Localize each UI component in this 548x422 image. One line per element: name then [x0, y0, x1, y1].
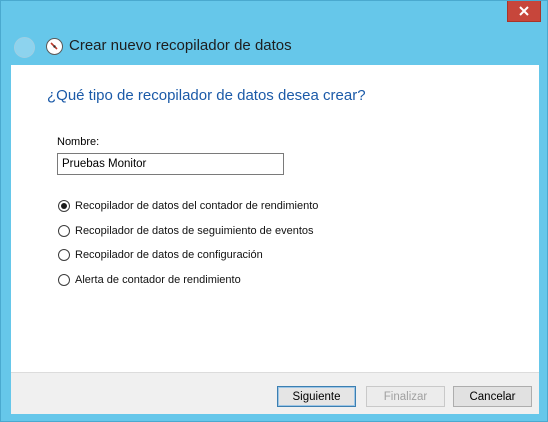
- gauge-needle-icon: [50, 42, 58, 50]
- radio-label: Recopilador de datos de seguimiento de e…: [75, 224, 314, 237]
- radio-button[interactable]: [58, 224, 70, 237]
- radio-performance-alert[interactable]: Alerta de contador de rendimiento: [58, 268, 318, 293]
- performance-monitor-icon: [46, 38, 63, 55]
- radio-button-selected[interactable]: [58, 200, 70, 213]
- name-label: Nombre:: [57, 136, 100, 148]
- next-button[interactable]: Siguiente: [277, 386, 356, 407]
- wizard-content: ¿Qué tipo de recopilador de datos desea …: [11, 65, 539, 372]
- collector-type-options: Recopilador de datos del contador de ren…: [58, 194, 318, 292]
- wizard-window: Crear nuevo recopilador de datos ¿Qué ti…: [0, 0, 548, 422]
- radio-performance-counter[interactable]: Recopilador de datos del contador de ren…: [58, 194, 318, 219]
- title-bar: Crear nuevo recopilador de datos: [1, 29, 547, 65]
- cancel-button[interactable]: Cancelar: [453, 386, 532, 407]
- radio-label: Recopilador de datos de configuración: [75, 249, 263, 262]
- radio-configuration[interactable]: Recopilador de datos de configuración: [58, 243, 318, 268]
- back-button[interactable]: [14, 37, 35, 58]
- page-question: ¿Qué tipo de recopilador de datos desea …: [47, 87, 366, 104]
- window-title: Crear nuevo recopilador de datos: [69, 37, 292, 54]
- radio-label: Recopilador de datos del contador de ren…: [75, 200, 319, 213]
- close-button[interactable]: [507, 1, 541, 22]
- radio-label: Alerta de contador de rendimiento: [75, 273, 241, 286]
- finish-button[interactable]: Finalizar: [366, 386, 445, 407]
- radio-button[interactable]: [58, 273, 70, 286]
- radio-button[interactable]: [58, 249, 70, 262]
- close-icon: [519, 6, 529, 16]
- radio-event-trace[interactable]: Recopilador de datos de seguimiento de e…: [58, 219, 318, 244]
- name-input[interactable]: [57, 153, 284, 175]
- wizard-footer: Siguiente Finalizar Cancelar: [11, 372, 539, 414]
